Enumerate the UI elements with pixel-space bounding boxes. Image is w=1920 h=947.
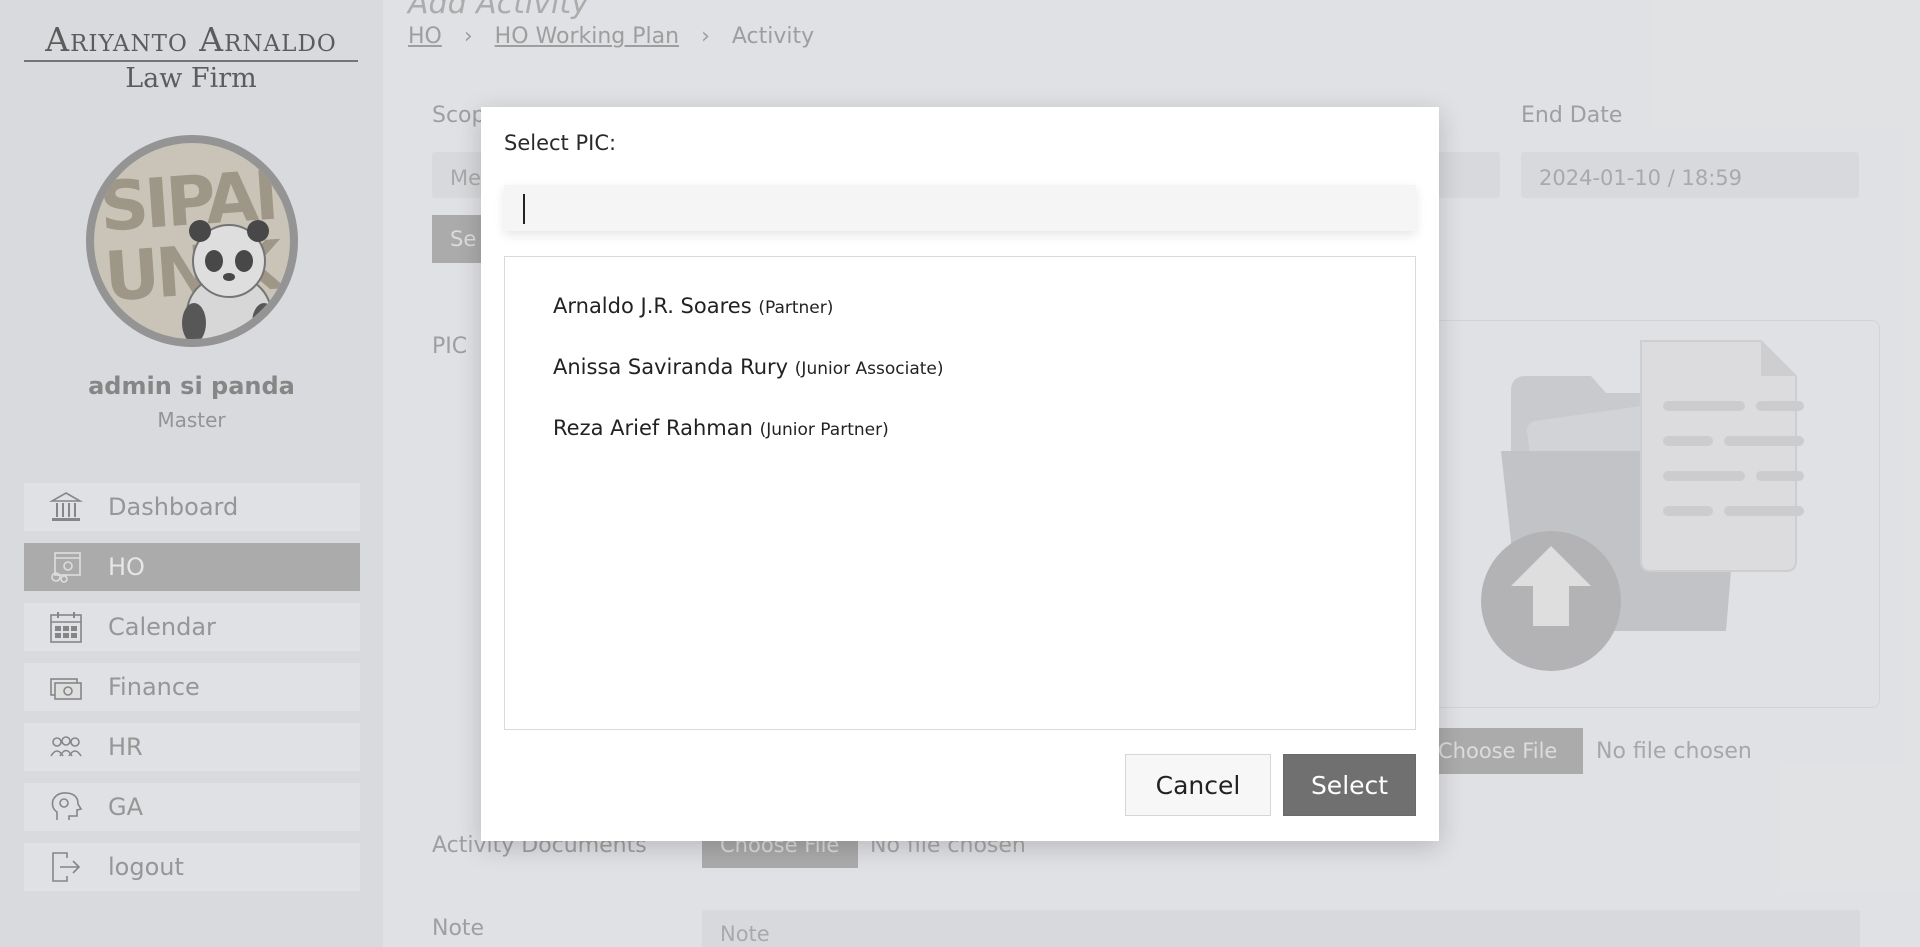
select-button[interactable]: Select bbox=[1283, 754, 1416, 816]
option-name: Arnaldo J.R. Soares bbox=[553, 294, 752, 318]
pic-search-input[interactable] bbox=[504, 185, 1416, 231]
cancel-button[interactable]: Cancel bbox=[1125, 754, 1271, 816]
option-name: Anissa Saviranda Rury bbox=[553, 355, 789, 379]
list-item[interactable]: Arnaldo J.R. Soares (Partner) bbox=[553, 294, 833, 318]
option-role: (Junior Associate) bbox=[794, 359, 944, 379]
option-role: (Junior Partner) bbox=[759, 420, 889, 440]
list-item[interactable]: Anissa Saviranda Rury (Junior Associate) bbox=[553, 355, 944, 379]
pic-options-list: Arnaldo J.R. Soares (Partner) Anissa Sav… bbox=[504, 256, 1416, 730]
option-name: Reza Arief Rahman bbox=[553, 416, 753, 440]
modal-title: Select PIC: bbox=[504, 131, 617, 155]
list-item[interactable]: Reza Arief Rahman (Junior Partner) bbox=[553, 416, 889, 440]
option-role: (Partner) bbox=[758, 298, 834, 318]
text-caret bbox=[523, 194, 525, 224]
select-pic-modal: Select PIC: Arnaldo J.R. Soares (Partner… bbox=[481, 107, 1439, 841]
